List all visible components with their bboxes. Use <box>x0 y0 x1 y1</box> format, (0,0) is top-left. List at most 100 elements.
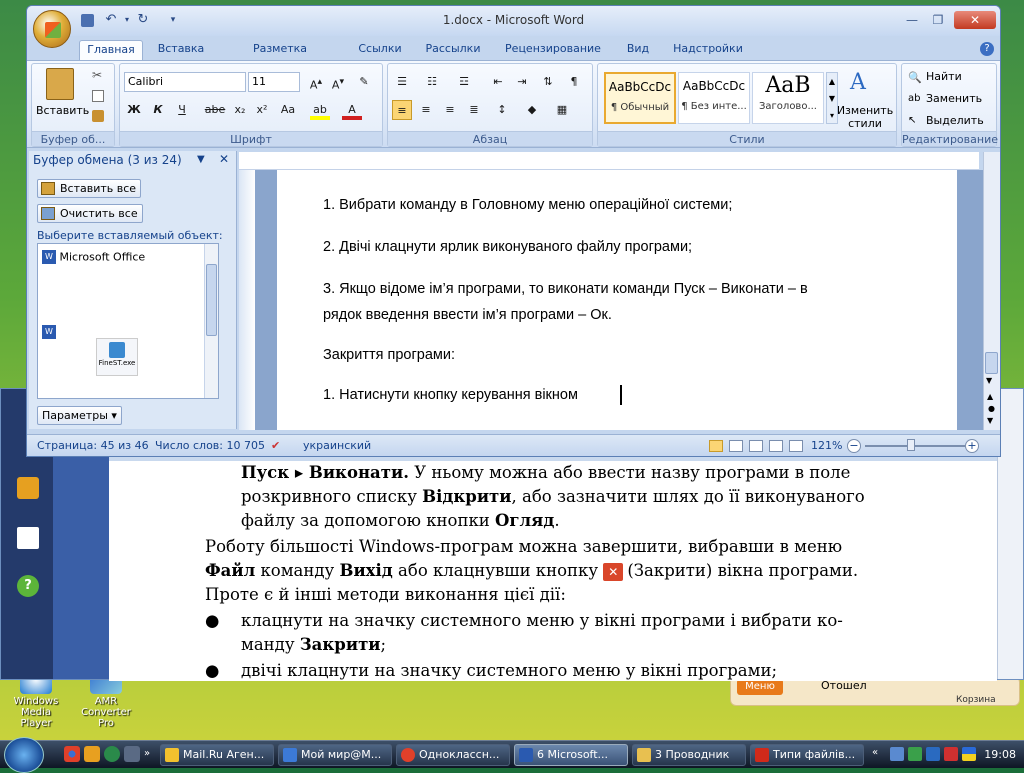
view-web-icon[interactable] <box>749 440 763 452</box>
view-draft-icon[interactable] <box>789 440 803 452</box>
style-normal[interactable]: AaBbCcDc ¶ Обычный <box>604 72 676 124</box>
vertical-ruler[interactable] <box>239 170 255 430</box>
clock[interactable]: 19:08 <box>984 741 1016 769</box>
browse-object-icon[interactable]: ● <box>988 404 995 413</box>
style-heading[interactable]: AaB Заголово... <box>752 72 824 124</box>
language-flag-icon[interactable] <box>962 747 976 761</box>
office-button[interactable] <box>33 10 71 48</box>
shrink-font-icon[interactable]: A▾ <box>328 72 348 92</box>
qat-customize-icon[interactable]: ▾ <box>165 12 181 28</box>
superscript-button[interactable]: x² <box>252 100 272 120</box>
find-button[interactable]: Найти <box>926 70 962 83</box>
redo-icon[interactable]: ↻ <box>135 12 151 28</box>
decrease-indent-icon[interactable]: ⇤ <box>488 72 508 92</box>
status-words[interactable]: Число слов: 10 705 <box>155 435 265 456</box>
save-icon[interactable] <box>81 14 94 27</box>
taskbar-explorer-group[interactable]: 3 Проводник <box>632 744 746 766</box>
bold-button[interactable]: Ж <box>124 100 144 120</box>
subscript-button[interactable]: x₂ <box>230 100 250 120</box>
clipboard-item[interactable]: W Microsoft Office <box>42 250 202 268</box>
horizontal-ruler[interactable] <box>239 152 979 170</box>
help-icon[interactable]: ? <box>980 42 994 56</box>
pane-close-icon[interactable]: ✕ <box>219 152 229 166</box>
change-styles-button[interactable]: Изменить стили <box>834 104 896 130</box>
change-styles-icon[interactable]: A <box>850 70 866 95</box>
scroll-down-icon[interactable]: ▼ <box>986 376 992 385</box>
view-reading-icon[interactable] <box>729 440 743 452</box>
paste-button[interactable]: Вставить <box>36 104 89 117</box>
paste-all-button[interactable]: Вставить все <box>37 179 142 198</box>
view-outline-icon[interactable] <box>769 440 783 452</box>
replace-button[interactable]: Заменить <box>926 92 982 105</box>
tray-app-icon[interactable] <box>908 747 922 761</box>
tab-view[interactable]: Вид <box>621 40 655 60</box>
antivirus-icon[interactable] <box>944 747 958 761</box>
clear-format-icon[interactable]: ✎ <box>354 72 374 92</box>
zoom-slider-thumb[interactable] <box>907 439 915 451</box>
sort-icon[interactable]: ⇅ <box>538 72 558 92</box>
align-left-icon[interactable]: ≡ <box>392 100 412 120</box>
minimize-button[interactable]: — <box>900 11 924 29</box>
select-button[interactable]: Выделить <box>926 114 984 127</box>
taskbar-odnoklassniki[interactable]: Одноклассн... <box>396 744 510 766</box>
numbering-icon[interactable]: ☷ <box>422 72 442 92</box>
taskbar-file-types[interactable]: Типи файлів... <box>750 744 864 766</box>
network-icon[interactable] <box>890 747 904 761</box>
title-bar[interactable]: 1.docx - Microsoft Word ↶ ▾ ↻ ▾ — ❐ ✕ <box>27 6 1000 36</box>
bullets-icon[interactable]: ☰ <box>392 72 412 92</box>
mail-icon[interactable] <box>84 746 100 762</box>
font-name-select[interactable]: Calibri <box>124 72 246 92</box>
word-window[interactable]: 1.docx - Microsoft Word ↶ ▾ ↻ ▾ — ❐ ✕ Гл… <box>26 5 1001 457</box>
tray-expand-icon[interactable]: « <box>872 747 886 761</box>
close-button[interactable]: ✕ <box>954 11 996 29</box>
cut-icon[interactable]: ✂ <box>92 68 102 82</box>
grow-font-icon[interactable]: A▴ <box>306 72 326 92</box>
align-right-icon[interactable]: ≡ <box>440 100 460 120</box>
show-marks-icon[interactable]: ¶ <box>564 72 584 92</box>
shading-icon[interactable]: ◆ <box>522 100 542 120</box>
zoom-level[interactable]: 121% <box>811 435 842 456</box>
style-no-spacing[interactable]: AaBbCcDc ¶ Без инте... <box>678 72 750 124</box>
scroll-thumb[interactable] <box>985 352 998 374</box>
tab-addins[interactable]: Надстройки <box>669 40 747 60</box>
background-document-page[interactable]: Пуск ▸ Виконати. У ньому можна або ввест… <box>109 461 997 681</box>
document-page[interactable]: 1. Вибрати команду в Головному меню опер… <box>277 170 957 430</box>
tab-page-layout[interactable]: Разметка страницы <box>223 40 337 73</box>
tab-mailings[interactable]: Рассылки <box>421 40 485 60</box>
tab-insert[interactable]: Вставка <box>151 40 211 60</box>
taskbar-mailru[interactable]: Mail.Ru Аген... <box>160 744 274 766</box>
chrome-icon[interactable] <box>64 746 80 762</box>
zoom-in-icon[interactable]: + <box>965 439 979 453</box>
quicklaunch-more-icon[interactable] <box>124 746 140 762</box>
tab-references[interactable]: Ссылки <box>351 40 409 60</box>
justify-icon[interactable]: ≣ <box>464 100 484 120</box>
align-center-icon[interactable]: ≡ <box>416 100 436 120</box>
document-scrollbar[interactable]: ▼ ▲ ● ▼ <box>983 152 1000 430</box>
tab-home[interactable]: Главная <box>79 40 143 60</box>
font-color-icon[interactable]: A <box>342 100 362 120</box>
clear-all-button[interactable]: Очистить все <box>37 204 143 223</box>
taskbar-word-group[interactable]: 6 Microsoft... <box>514 744 628 766</box>
next-page-icon[interactable]: ▼ <box>987 416 993 425</box>
view-print-layout-icon[interactable] <box>709 440 723 452</box>
spelling-icon[interactable]: ✔ <box>271 435 280 456</box>
clipboard-items-list[interactable]: W Microsoft Office W FineST.exe <box>37 243 219 399</box>
pane-options-icon[interactable]: ▼ <box>197 154 205 165</box>
status-page[interactable]: Страница: 45 из 46 <box>37 435 149 456</box>
volume-icon[interactable] <box>926 747 940 761</box>
browser-icon[interactable] <box>104 746 120 762</box>
borders-icon[interactable]: ▦ <box>552 100 572 120</box>
clipboard-list-scrollbar[interactable] <box>204 244 218 398</box>
undo-dropdown-icon[interactable]: ▾ <box>119 12 135 28</box>
zoom-out-icon[interactable]: − <box>847 439 861 453</box>
gadget-menu-button[interactable]: Меню <box>737 679 783 695</box>
line-spacing-icon[interactable]: ↕ <box>492 100 512 120</box>
increase-indent-icon[interactable]: ⇥ <box>512 72 532 92</box>
document-area[interactable]: 1. Вибрати команду в Головному меню опер… <box>255 170 983 430</box>
underline-button[interactable]: Ч <box>172 100 192 120</box>
clipboard-options-button[interactable]: Параметры ▾ <box>37 406 122 425</box>
undo-icon[interactable]: ↶ <box>103 12 119 28</box>
prev-page-icon[interactable]: ▲ <box>987 392 993 401</box>
tab-review[interactable]: Рецензирование <box>501 40 605 60</box>
multilevel-list-icon[interactable]: ☲ <box>454 72 474 92</box>
